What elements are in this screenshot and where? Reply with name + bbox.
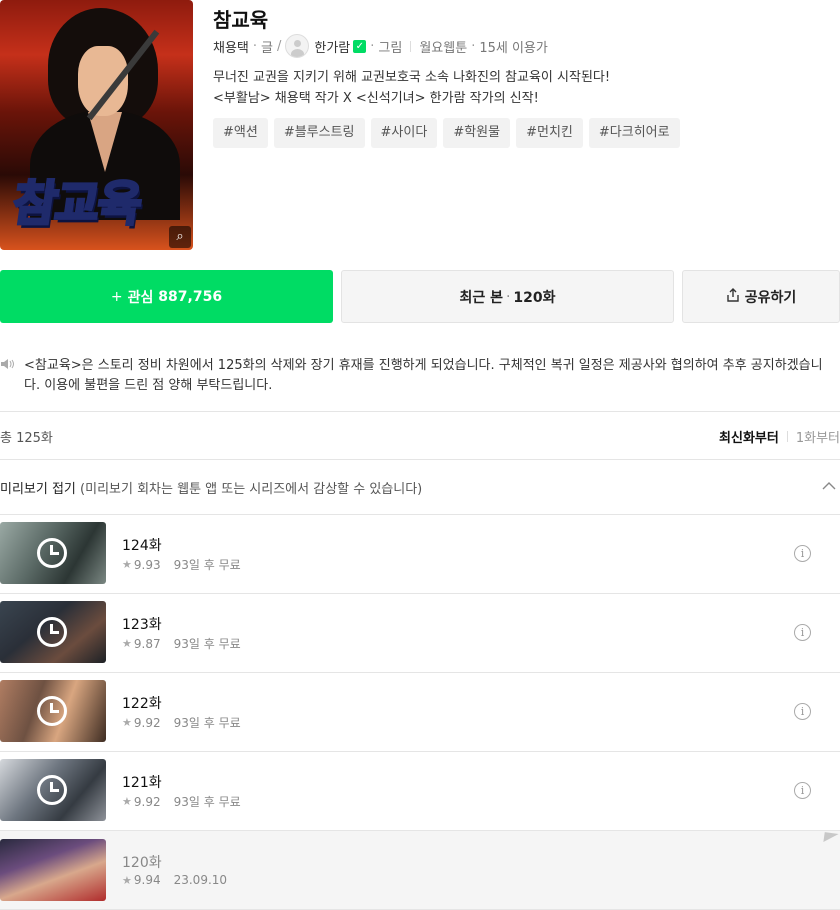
episode-thumbnail [0, 839, 106, 901]
clock-icon [37, 775, 67, 805]
favorite-label: 관심 [127, 289, 154, 306]
age-rating: 15세 이용가 [479, 40, 548, 56]
chevron-up-icon [822, 478, 836, 494]
star-icon: ★ [122, 873, 132, 887]
episode-availability: 93일 후 무료 [173, 558, 241, 572]
episode-availability: 93일 후 무료 [173, 716, 241, 730]
star-icon: ★ [122, 716, 132, 729]
tag-chip[interactable]: #액션 [213, 118, 268, 148]
separator-dot: · [370, 38, 375, 54]
recent-episode-button[interactable]: 최근 본 · 120화 [341, 270, 674, 323]
tag-chip[interactable]: #블루스트링 [273, 118, 365, 148]
separator-dot: · [252, 38, 258, 54]
preview-toggle-label: 미리보기 접기 [0, 482, 76, 497]
star-icon: ★ [122, 795, 132, 808]
artist-avatar[interactable] [285, 34, 310, 58]
clock-icon [37, 617, 67, 647]
tag-chip[interactable]: #학원물 [443, 118, 511, 148]
episode-meta: ★ 9.94 23.09.10 [122, 873, 227, 887]
recent-episode: 120화 [513, 289, 556, 306]
notice-banner: <참교육>은 스토리 정비 차원에서 125화의 삭제와 장기 휴재를 진행하게… [0, 356, 840, 396]
favorite-count: 887,756 [158, 288, 223, 305]
speaker-icon [0, 356, 24, 396]
episode-meta: ★ 9.92 93일 후 무료 [122, 714, 241, 731]
synopsis-line: 무너진 교권을 지키기 위해 교권보호국 소속 나화진의 참교육이 시작된다! [213, 70, 611, 85]
episode-row[interactable]: 121화 ★ 9.92 93일 후 무료 i [0, 751, 840, 830]
episode-date: 23.09.10 [173, 873, 228, 887]
separator-slash: / [277, 38, 282, 54]
clock-icon [37, 538, 67, 568]
episode-row[interactable]: 123화 ★ 9.87 93일 후 무료 i [0, 593, 840, 672]
info-icon[interactable]: i [794, 624, 811, 641]
episode-title: 120화 [122, 855, 162, 871]
tag-chip[interactable]: #사이다 [370, 118, 438, 148]
schedule: 월요웹툰 [419, 40, 468, 56]
synopsis-line: <부활남> 채용택 작가 X <신석기녀> 한가람 작가의 신작! [213, 91, 539, 106]
divider [0, 411, 840, 412]
separator-dot: · [505, 288, 511, 305]
episode-availability: 93일 후 무료 [173, 795, 241, 809]
episode-thumbnail [0, 680, 106, 742]
star-icon: ★ [122, 637, 132, 650]
plus-icon: + [110, 288, 123, 305]
writer-link[interactable]: 채용택 [213, 37, 249, 56]
preview-toggle[interactable]: 미리보기 접기 (미리보기 회차는 웹툰 앱 또는 시리즈에서 감상할 수 있습… [0, 478, 840, 498]
episode-meta: ★ 9.87 93일 후 무료 [122, 635, 241, 652]
author-info: 채용택 · 글 / 한가람 ✓ · 그림 월요웹툰 · 15세 이용가 [213, 34, 548, 58]
share-button[interactable]: 공유하기 [682, 270, 840, 323]
info-icon[interactable]: i [794, 545, 811, 562]
recent-label: 최근 본 [459, 289, 503, 306]
share-label: 공유하기 [744, 289, 797, 306]
tag-chip[interactable]: #먼치킨 [516, 118, 583, 148]
episode-availability: 93일 후 무료 [173, 637, 241, 651]
favorite-button[interactable]: + 관심 887,756 [0, 270, 333, 323]
episode-rating: 9.87 [133, 636, 161, 651]
episode-row[interactable]: 122화 ★ 9.92 93일 후 무료 i [0, 672, 840, 751]
episode-row-read[interactable]: 120화 ★ 9.94 23.09.10 [0, 831, 840, 910]
mouse-cursor-icon [823, 832, 839, 844]
clock-icon [37, 696, 67, 726]
episode-rating: 9.92 [133, 715, 161, 730]
episode-thumbnail [0, 522, 106, 584]
episode-title: 122화 [122, 696, 162, 712]
info-icon[interactable]: i [794, 703, 811, 720]
divider [410, 40, 412, 52]
episode-title: 121화 [122, 775, 162, 791]
notice-text: <참교육>은 스토리 정비 차원에서 125화의 삭제와 장기 휴재를 진행하게… [24, 358, 823, 393]
divider [786, 431, 788, 442]
episode-total: 총 125화 [0, 431, 53, 446]
artist-role: 그림 [378, 40, 403, 56]
info-icon[interactable]: i [794, 782, 811, 799]
sort-latest-button[interactable]: 최신화부터 [719, 427, 779, 446]
artist-link[interactable]: 한가람 [314, 37, 350, 56]
episode-rating: 9.92 [133, 794, 161, 809]
episode-thumbnail [0, 759, 106, 821]
episode-title: 124화 [122, 538, 162, 554]
episode-rating: 9.93 [133, 557, 161, 572]
synopsis: 무너진 교권을 지키기 위해 교권보호국 소속 나화진의 참교육이 시작된다! … [213, 67, 610, 109]
divider [0, 459, 840, 460]
episode-thumbnail [0, 601, 106, 663]
webtoon-title: 참교육 [213, 8, 269, 32]
separator-dot: · [471, 38, 476, 54]
share-icon [726, 287, 740, 306]
cover-logo: 참교육 [8, 175, 145, 234]
episode-rating: 9.94 [133, 873, 161, 887]
tag-chip[interactable]: #다크히어로 [588, 118, 680, 148]
zoom-icon[interactable]: ⌕ [169, 226, 191, 248]
episode-row[interactable]: 124화 ★ 9.93 93일 후 무료 i [0, 514, 840, 593]
episode-meta: ★ 9.92 93일 후 무료 [122, 793, 241, 810]
episode-meta: ★ 9.93 93일 후 무료 [122, 556, 241, 573]
sort-options: 최신화부터 1화부터 [719, 427, 840, 446]
sort-first-button[interactable]: 1화부터 [796, 427, 840, 446]
preview-note: (미리보기 회차는 웹툰 앱 또는 시리즈에서 감상할 수 있습니다) [80, 482, 423, 497]
verified-check-icon: ✓ [353, 39, 367, 53]
episode-title: 123화 [122, 617, 162, 633]
tag-list: #액션 #블루스트링 #사이다 #학원물 #먼치킨 #다크히어로 [213, 118, 680, 148]
cover-image[interactable]: 참교육 ⌕ [0, 0, 193, 250]
writer-role: 글 [261, 40, 273, 56]
star-icon: ★ [122, 558, 132, 571]
